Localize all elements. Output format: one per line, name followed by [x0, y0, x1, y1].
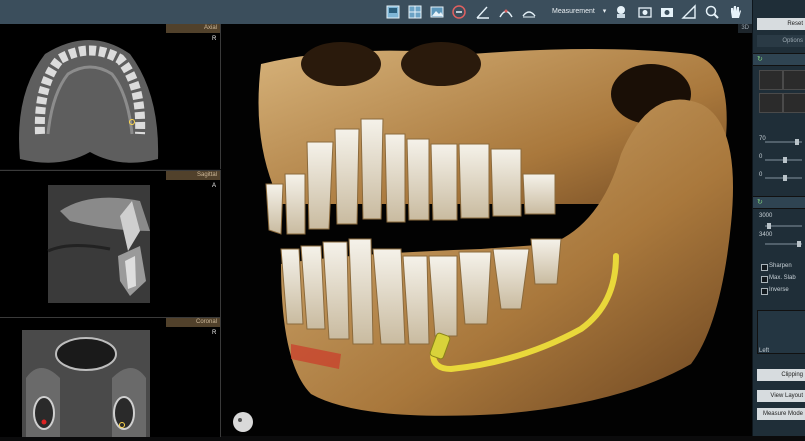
- sharpen-label: Sharpen: [769, 263, 792, 269]
- measure-mode-button[interactable]: Measure Mode: [757, 408, 805, 420]
- screenshot-icon[interactable]: [636, 3, 654, 21]
- max-slab-label: Max. Slab: [769, 275, 796, 281]
- chevron-down-icon: ▾: [602, 8, 607, 15]
- angle-icon[interactable]: [474, 3, 492, 21]
- 3d-view-label: 3D: [738, 24, 752, 33]
- hand-pan-icon[interactable]: [726, 3, 744, 21]
- clipping-side-label: Left: [759, 348, 770, 354]
- refresh-icon[interactable]: ↻: [757, 55, 763, 63]
- sagittal-view[interactable]: Sagittal A: [0, 170, 221, 317]
- zoom-icon[interactable]: [703, 3, 721, 21]
- coronal-slice-image: [22, 330, 150, 437]
- ruler-arc-icon[interactable]: [520, 3, 538, 21]
- axial-view[interactable]: Axial R: [0, 24, 221, 169]
- options-button[interactable]: Options: [757, 35, 805, 47]
- preset-thumbnail[interactable]: [759, 93, 783, 113]
- layout-icon[interactable]: [384, 3, 402, 21]
- window-max-slider[interactable]: [765, 241, 802, 247]
- contrast-value: 0: [759, 172, 763, 178]
- brightness-value: 0: [759, 154, 763, 160]
- window-min-slider[interactable]: [765, 223, 802, 229]
- measurement-dropdown[interactable]: Measurement ▾: [552, 4, 606, 20]
- main-toolbar: Measurement ▾: [0, 0, 752, 25]
- window-max-value: 3400: [759, 232, 773, 238]
- window-level-header: ↻: [753, 196, 805, 209]
- inverse-checkbox[interactable]: [761, 288, 768, 295]
- opacity-slider[interactable]: [765, 139, 802, 145]
- user-view-icon[interactable]: [612, 3, 630, 21]
- reset-button[interactable]: Reset: [757, 18, 805, 30]
- brightness-slider[interactable]: [765, 157, 802, 163]
- preset-thumbnail[interactable]: [783, 93, 805, 113]
- image-view-icon[interactable]: [428, 3, 446, 21]
- window-min-value: 3000: [759, 213, 773, 219]
- preset-thumbnail[interactable]: [759, 70, 783, 90]
- sagittal-slice-image: [47, 185, 150, 303]
- ruler-triangle-icon[interactable]: [680, 3, 698, 21]
- measurement-label: Measurement: [552, 8, 595, 15]
- contrast-slider[interactable]: [765, 175, 802, 181]
- refresh-icon[interactable]: ↻: [757, 198, 763, 206]
- ruler-curve-icon[interactable]: [497, 3, 515, 21]
- max-slab-checkbox[interactable]: [761, 276, 768, 283]
- axial-slice-image: [19, 40, 159, 163]
- sharpen-checkbox[interactable]: [761, 264, 768, 271]
- camera-icon[interactable]: [658, 3, 676, 21]
- inverse-label: Inverse: [769, 287, 789, 293]
- right-control-panel: Reset Options ↻ 70 0 0 ↻ 3000 3400 Sharp…: [752, 0, 805, 436]
- view-layout-button[interactable]: View Layout: [757, 390, 805, 402]
- coronal-view[interactable]: Coronal R: [0, 317, 221, 437]
- grid-layout-icon[interactable]: [406, 3, 424, 21]
- preset-thumbnail[interactable]: [783, 70, 805, 90]
- clipping-button[interactable]: Clipping: [757, 369, 805, 381]
- render-presets-header: ↻: [753, 53, 805, 66]
- 3d-view[interactable]: 3D: [221, 24, 752, 436]
- 3d-rendering: [233, 42, 733, 432]
- reset-icon[interactable]: [450, 3, 468, 21]
